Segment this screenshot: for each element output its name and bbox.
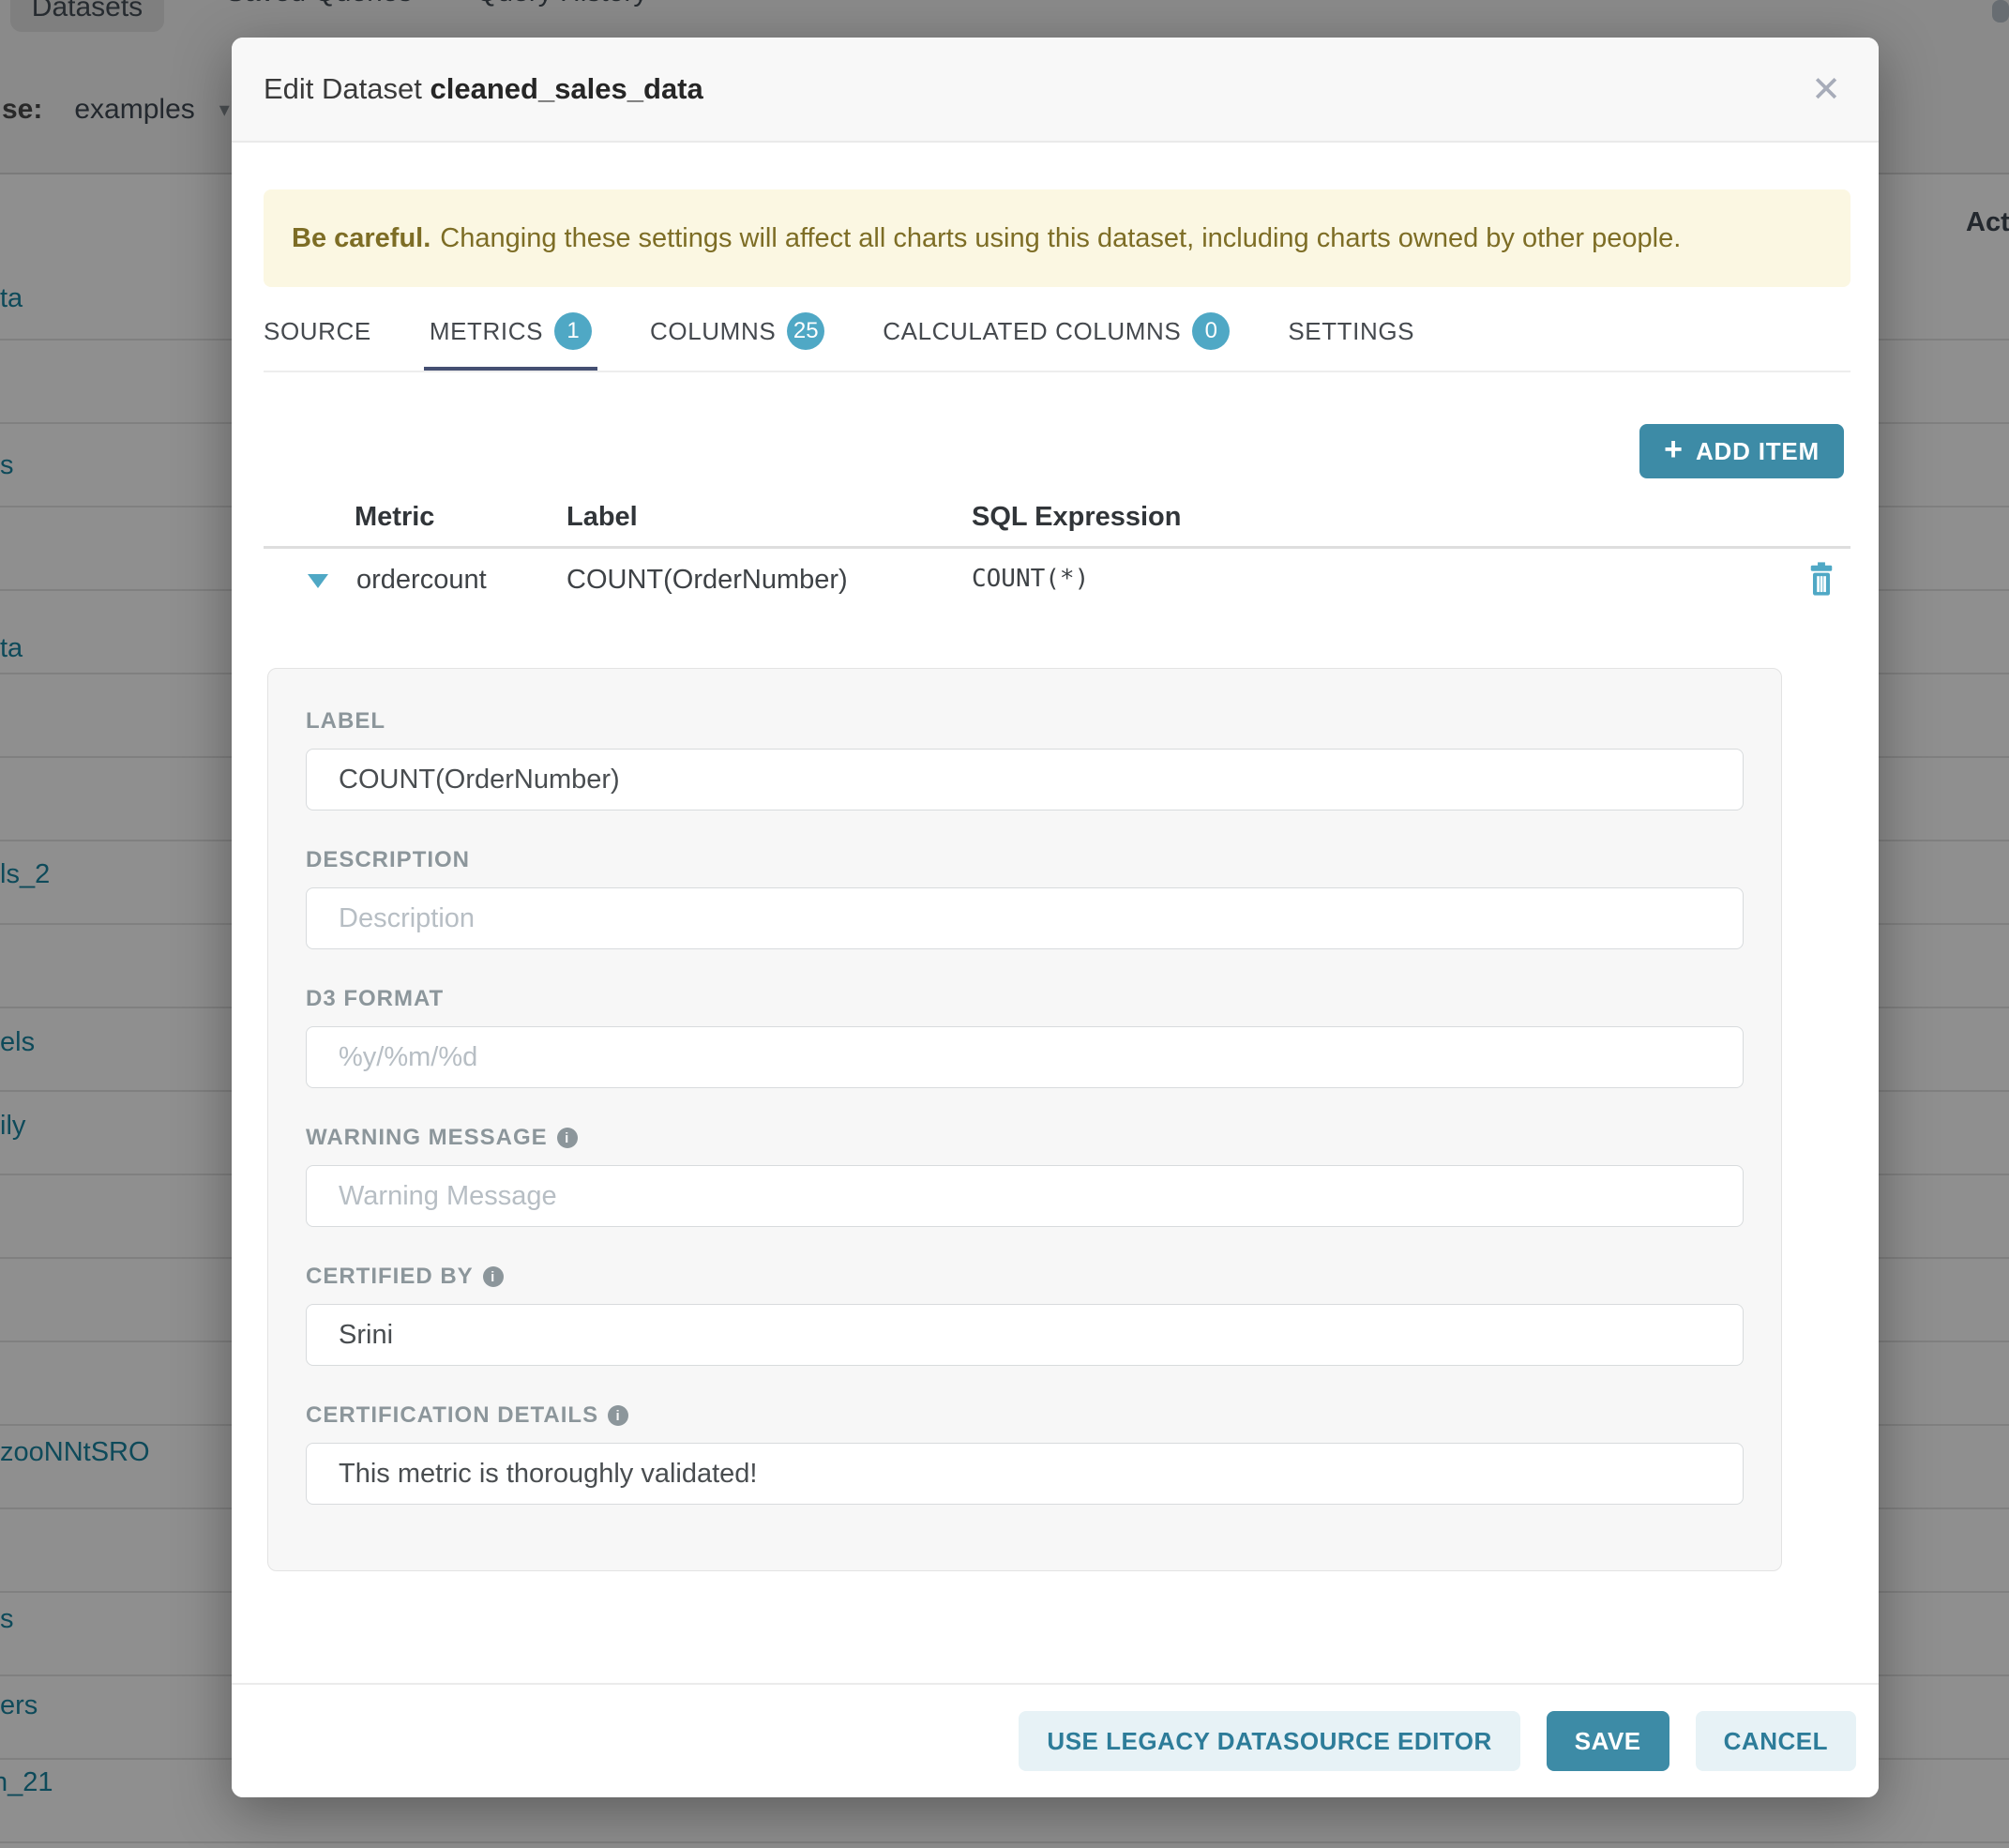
field-certified-by: CERTIFIED BY i: [306, 1265, 1744, 1366]
metric-edit-panel: LABEL DESCRIPTION D3 FORMAT WARNING MESS…: [267, 668, 1782, 1571]
metric-name: ordercount: [356, 565, 487, 596]
description-field-caption: DESCRIPTION: [306, 848, 1744, 872]
modal-title: Edit Dataset cleaned_sales_data: [264, 72, 703, 106]
cancel-button[interactable]: CANCEL: [1696, 1711, 1856, 1771]
d3-format-input[interactable]: [306, 1026, 1744, 1088]
modal-footer: USE LEGACY DATASOURCE EDITOR SAVE CANCEL: [232, 1683, 1879, 1797]
columns-count-badge: 25: [787, 312, 824, 350]
certified-by-field-caption: CERTIFIED BY: [306, 1264, 474, 1290]
save-button[interactable]: SAVE: [1547, 1711, 1669, 1771]
field-d3-format: D3 FORMAT: [306, 987, 1744, 1088]
field-label: LABEL: [306, 709, 1744, 810]
metrics-table-header-divider: [264, 546, 1850, 549]
warning-banner-bold: Be careful.: [292, 223, 430, 254]
tab-source[interactable]: SOURCE: [264, 300, 371, 372]
tab-columns[interactable]: COLUMNS 25: [650, 300, 824, 372]
metrics-count-badge: 1: [554, 312, 592, 350]
close-icon[interactable]: ✕: [1811, 38, 1841, 141]
field-certification-details: CERTIFICATION DETAILS i: [306, 1403, 1744, 1505]
certification-details-input[interactable]: [306, 1443, 1744, 1505]
metric-label: COUNT(OrderNumber): [566, 565, 848, 596]
tab-settings[interactable]: SETTINGS: [1288, 300, 1414, 372]
add-item-button[interactable]: + ADD ITEM: [1639, 424, 1844, 478]
modal-title-dataset-name: cleaned_sales_data: [430, 72, 703, 105]
tab-metrics[interactable]: METRICS 1: [430, 300, 592, 372]
collapse-caret-icon[interactable]: [308, 574, 328, 588]
info-icon[interactable]: i: [557, 1128, 578, 1148]
d3-format-field-caption: D3 FORMAT: [306, 987, 1744, 1011]
certified-by-input[interactable]: [306, 1304, 1744, 1366]
modal-title-prefix: Edit Dataset: [264, 72, 422, 105]
warning-banner-text: Changing these settings will affect all …: [440, 223, 1681, 254]
tab-calculated-columns[interactable]: CALCULATED COLUMNS 0: [883, 300, 1230, 372]
modal-body: Be careful. Changing these settings will…: [232, 141, 1879, 1685]
certification-details-field-caption: CERTIFICATION DETAILS: [306, 1402, 598, 1429]
trash-icon[interactable]: [1805, 561, 1837, 597]
metric-sql-expression: COUNT(*): [972, 565, 1089, 593]
screen: Datasets Saved Queries Query History se:…: [0, 0, 2009, 1848]
column-header-metric: Metric: [355, 502, 434, 533]
warning-banner: Be careful. Changing these settings will…: [264, 189, 1850, 287]
column-header-label: Label: [566, 502, 638, 533]
calculated-columns-count-badge: 0: [1192, 312, 1230, 350]
tabs-bottom-border: [264, 371, 1850, 372]
use-legacy-datasource-editor-button[interactable]: USE LEGACY DATASOURCE EDITOR: [1019, 1711, 1519, 1771]
column-header-sql-expression: SQL Expression: [972, 502, 1182, 533]
description-input[interactable]: [306, 887, 1744, 949]
dataset-editor-tabs: SOURCE METRICS 1 COLUMNS 25 CAL: [264, 300, 1414, 372]
field-warning-message: WARNING MESSAGE i: [306, 1126, 1744, 1227]
edit-dataset-modal: Edit Dataset cleaned_sales_data ✕ Be car…: [232, 38, 1879, 1797]
metric-row: ordercount COUNT(OrderNumber) COUNT(*): [232, 561, 1850, 604]
warning-message-input[interactable]: [306, 1165, 1744, 1227]
warning-message-field-caption: WARNING MESSAGE: [306, 1125, 548, 1151]
modal-header: Edit Dataset cleaned_sales_data ✕: [232, 38, 1879, 143]
info-icon[interactable]: i: [483, 1266, 504, 1287]
info-icon[interactable]: i: [608, 1405, 628, 1426]
label-input[interactable]: [306, 749, 1744, 810]
field-description: DESCRIPTION: [306, 848, 1744, 949]
label-field-caption: LABEL: [306, 709, 1744, 734]
